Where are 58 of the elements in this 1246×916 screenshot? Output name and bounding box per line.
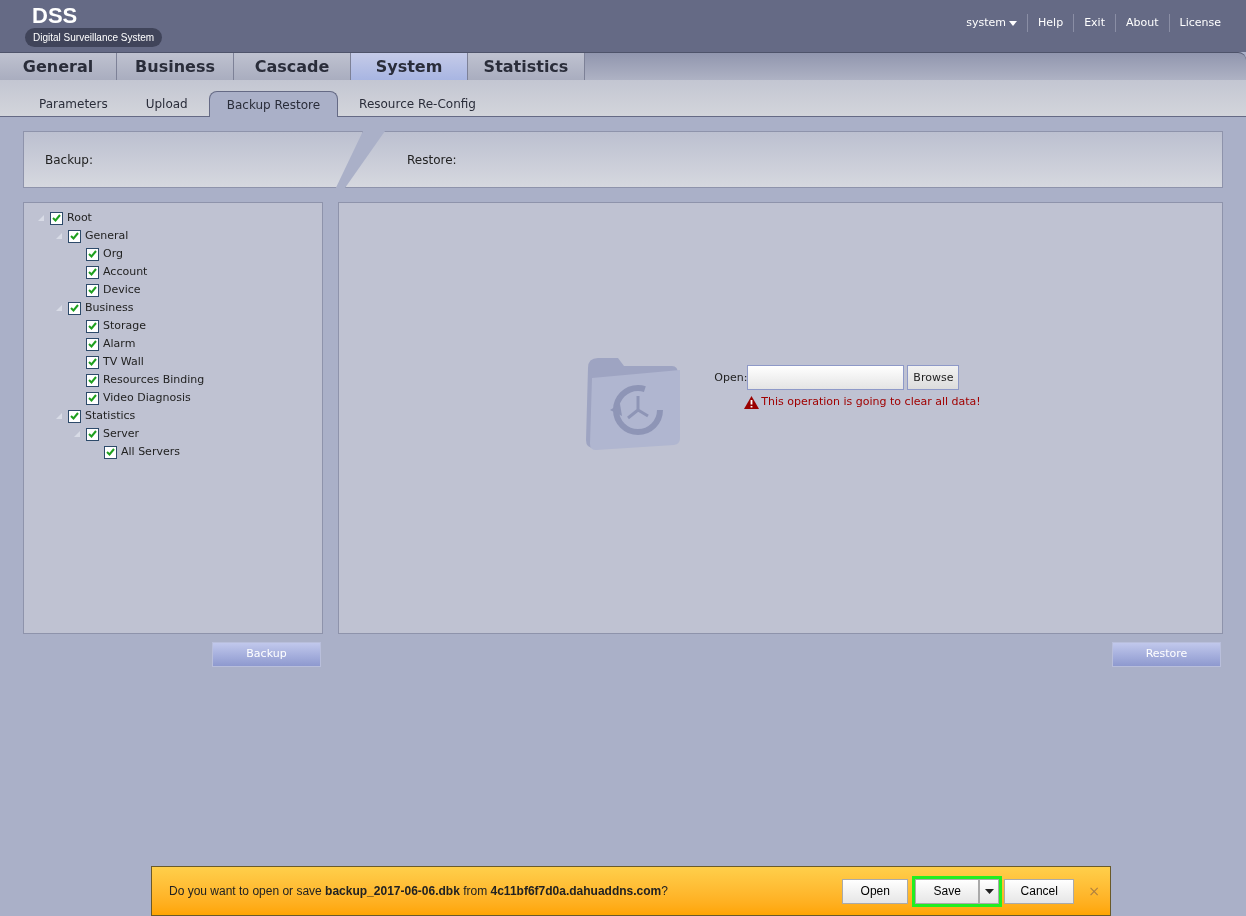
open-button[interactable]: Open	[842, 878, 909, 904]
checkbox[interactable]	[86, 427, 99, 441]
checkbox[interactable]	[68, 409, 81, 423]
warning-message: This operation is going to clear all data!	[761, 394, 981, 411]
checkbox[interactable]	[86, 265, 99, 279]
logo-title: DSS	[32, 4, 78, 28]
download-message: Do you want to open or save backup_2017-06-06.dbk from 4c11bf6f7d0a.dahuaddns.com?	[169, 883, 669, 900]
main-tab[interactable]: Business	[117, 53, 234, 80]
save-button[interactable]: Save	[915, 878, 980, 904]
checkbox[interactable]	[86, 337, 99, 351]
header-link[interactable]: Help	[1038, 14, 1064, 32]
checkbox[interactable]	[86, 391, 99, 405]
tree-item[interactable]: Alarm	[103, 335, 136, 353]
tree-item[interactable]: TV Wall	[103, 353, 144, 371]
warning-icon	[744, 396, 760, 409]
caret-icon	[984, 888, 994, 894]
backup-heading: Backup:	[45, 151, 94, 169]
file-path-field[interactable]	[747, 365, 905, 391]
checkbox[interactable]	[86, 319, 99, 333]
sub-tab[interactable]: Parameters	[22, 91, 125, 116]
checkbox[interactable]	[86, 355, 99, 369]
checkbox[interactable]	[68, 229, 81, 243]
checkbox[interactable]	[68, 301, 81, 315]
tree-item[interactable]: Device	[103, 281, 141, 299]
header-link[interactable]: About	[1126, 14, 1159, 32]
browse-button[interactable]: Browse	[907, 365, 960, 391]
tree-item[interactable]: Resources Binding	[103, 371, 205, 389]
logo-subtitle: Digital Surveillance System	[25, 28, 163, 47]
tree-item[interactable]: Account	[103, 263, 148, 281]
cancel-button[interactable]: Cancel	[1004, 878, 1075, 904]
tree-item[interactable]: Root	[67, 209, 92, 227]
main-tab[interactable]: General	[0, 53, 117, 80]
sub-tab[interactable]: Upload	[128, 91, 205, 116]
checkbox[interactable]	[50, 211, 63, 225]
open-label: Open:	[714, 369, 748, 386]
tree-item[interactable]: Org	[103, 245, 123, 263]
tree-item[interactable]: Storage	[103, 317, 147, 335]
main-tab[interactable]: Cascade	[234, 53, 351, 80]
tree-item[interactable]: Server	[103, 425, 140, 443]
checkbox[interactable]	[86, 247, 99, 261]
checkbox[interactable]	[104, 445, 117, 459]
tree-item[interactable]: Video Diagnosis	[103, 389, 191, 407]
tree-item[interactable]: Statistics	[85, 407, 136, 425]
main-tab[interactable]: Statistics	[468, 53, 585, 80]
header-link[interactable]: License	[1179, 14, 1221, 32]
caret-icon	[1009, 20, 1018, 26]
restore-heading: Restore:	[407, 151, 457, 169]
header-link[interactable]: Exit	[1084, 14, 1105, 32]
tree-item[interactable]: All Servers	[121, 443, 180, 461]
checkbox[interactable]	[86, 283, 99, 297]
main-tab[interactable]: System	[351, 53, 468, 80]
sub-tab[interactable]: Resource Re-Config	[342, 91, 493, 116]
tree-item[interactable]: General	[85, 227, 129, 245]
tree-item[interactable]: Business	[85, 299, 134, 317]
sub-tab[interactable]: Backup Restore	[208, 91, 339, 117]
save-options-button[interactable]	[979, 878, 1000, 904]
checkbox[interactable]	[86, 373, 99, 387]
header-link[interactable]: system	[966, 14, 1018, 32]
